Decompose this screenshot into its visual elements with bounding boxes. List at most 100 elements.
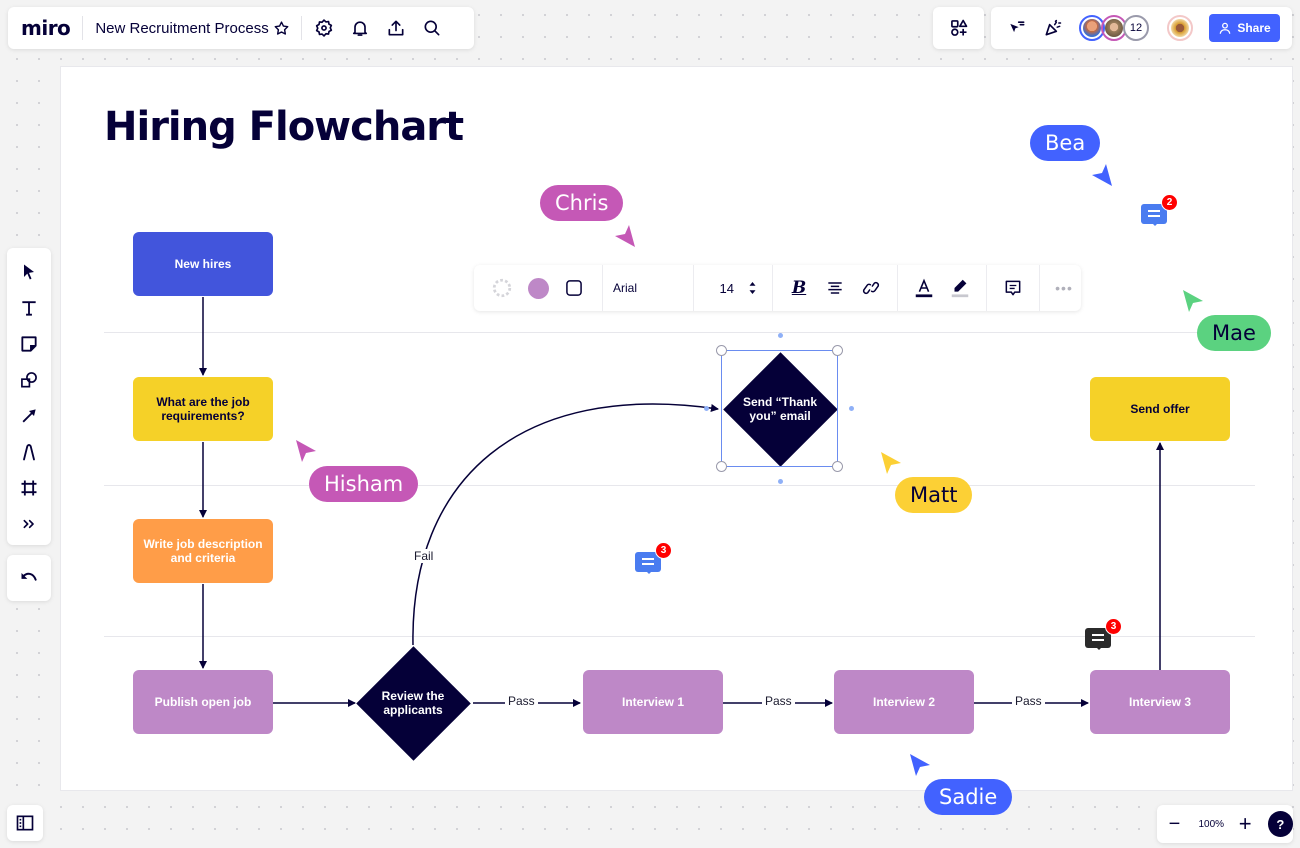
settings-icon <box>315 19 332 37</box>
swimlane-divider <box>104 636 1255 637</box>
comment-lines <box>1148 210 1160 217</box>
cursor-arrow-icon <box>296 440 316 462</box>
comment-count-badge: 3 <box>1105 618 1122 635</box>
node-new-hires[interactable]: New hires <box>133 232 273 296</box>
decision-label: Review the applicants <box>381 689 445 717</box>
star-icon <box>274 20 289 35</box>
font-size-stepper[interactable] <box>740 270 764 306</box>
fill-color-button[interactable] <box>520 270 556 306</box>
arrow-line-icon <box>22 409 36 423</box>
font-family-dropdown[interactable]: Arial <box>603 281 693 295</box>
tool-connection-line[interactable] <box>11 398 47 434</box>
cursor-filter-button[interactable] <box>999 10 1035 46</box>
align-button[interactable] <box>817 270 853 306</box>
search-icon <box>424 20 440 36</box>
side-panel-icon <box>16 815 34 831</box>
comment-thread[interactable]: 3 <box>635 542 672 576</box>
align-center-icon <box>828 282 842 294</box>
font-size-group: 14 <box>694 265 773 311</box>
comment-tail <box>1095 646 1103 650</box>
text-color-button[interactable] <box>906 270 942 306</box>
edge-label-pass[interactable]: Pass <box>1012 694 1045 708</box>
search-button[interactable] <box>414 10 450 46</box>
current-user-avatar[interactable] <box>1167 15 1193 41</box>
sidebar-toggle-button[interactable] <box>7 805 43 841</box>
color-group <box>898 265 987 311</box>
resize-handle-top-right[interactable] <box>832 345 843 356</box>
shape-type-button[interactable] <box>556 270 592 306</box>
miro-logo[interactable]: miro <box>21 16 71 40</box>
resize-handle-bottom-right[interactable] <box>832 461 843 472</box>
cursor-filter-icon <box>1010 21 1025 33</box>
apps-icon <box>950 19 967 36</box>
up-down-arrows-icon <box>749 282 755 294</box>
decision-review-applicants[interactable]: Review the applicants <box>355 645 471 761</box>
more-options-button[interactable]: ••• <box>1046 270 1082 306</box>
tool-shapes[interactable] <box>11 362 47 398</box>
tool-text[interactable] <box>11 290 47 326</box>
board-title[interactable]: New Recruitment Process <box>95 20 268 37</box>
zoom-controls: − 100% + ? <box>1157 805 1293 843</box>
node-job-requirements[interactable]: What are the job requirements? <box>133 377 273 441</box>
bold-button[interactable]: B <box>781 270 817 306</box>
party-popper-icon <box>1045 19 1062 36</box>
node-interview-3[interactable]: Interview 3 <box>1090 670 1230 734</box>
zoom-in-button[interactable]: + <box>1231 806 1260 842</box>
notifications-button[interactable] <box>342 10 378 46</box>
star-button[interactable] <box>269 10 295 46</box>
link-icon <box>862 281 880 295</box>
connection-point-left[interactable] <box>704 406 709 411</box>
text-icon <box>22 301 36 316</box>
connection-point-top[interactable] <box>778 333 783 338</box>
apps-button[interactable] <box>933 7 984 49</box>
tool-pen[interactable] <box>11 434 47 470</box>
node-interview-2[interactable]: Interview 2 <box>834 670 974 734</box>
border-style-button[interactable] <box>484 270 520 306</box>
edge-label-fail[interactable]: Fail <box>411 549 437 563</box>
comment-thread[interactable]: 3 <box>1085 618 1122 652</box>
share-button[interactable]: Share <box>1209 14 1280 42</box>
cursor-arrow-icon <box>615 225 635 247</box>
cursor-label-chris: Chris <box>540 185 624 221</box>
zoom-out-button[interactable]: − <box>1157 806 1192 842</box>
font-group: Arial <box>603 265 694 311</box>
undo-button[interactable] <box>7 555 51 601</box>
zoom-level[interactable]: 100% <box>1192 819 1231 830</box>
highlight-button[interactable] <box>942 270 978 306</box>
link-button[interactable] <box>853 270 889 306</box>
resize-handle-top-left[interactable] <box>716 345 727 356</box>
connection-point-bottom[interactable] <box>778 479 783 484</box>
highlighter-icon <box>951 279 969 298</box>
node-send-offer[interactable]: Send offer <box>1090 377 1230 441</box>
edge-label-pass[interactable]: Pass <box>762 694 795 708</box>
comment-count-badge: 3 <box>655 542 672 559</box>
help-button[interactable]: ? <box>1267 811 1293 837</box>
connection-point-right[interactable] <box>849 406 854 411</box>
tool-frame[interactable] <box>11 470 47 506</box>
ellipsis-icon: ••• <box>1055 280 1073 296</box>
comment-thread[interactable]: 2 <box>1141 194 1178 228</box>
left-toolbar <box>7 248 51 545</box>
user-icon <box>1220 22 1231 34</box>
font-size-input[interactable]: 14 <box>694 281 740 296</box>
board-heading[interactable]: Hiring Flowchart <box>104 104 464 150</box>
edge-label-pass[interactable]: Pass <box>505 694 538 708</box>
cursor-label-sadie: Sadie <box>924 779 1013 815</box>
add-comment-button[interactable] <box>995 270 1031 306</box>
text-format-group: B <box>773 265 898 311</box>
more-collaborators[interactable]: 12 <box>1123 15 1149 41</box>
export-button[interactable] <box>378 10 414 46</box>
fill-color-swatch <box>527 277 549 299</box>
bold-icon: B <box>791 278 807 298</box>
node-interview-1[interactable]: Interview 1 <box>583 670 723 734</box>
celebrate-button[interactable] <box>1035 10 1071 46</box>
resize-handle-bottom-left[interactable] <box>716 461 727 472</box>
bell-icon <box>352 21 367 36</box>
tool-more[interactable] <box>11 506 47 542</box>
tool-select[interactable] <box>11 254 47 290</box>
node-publish-open-job[interactable]: Publish open job <box>133 670 273 734</box>
text-color-icon <box>915 278 933 298</box>
settings-button[interactable] <box>306 10 342 46</box>
node-write-job-description[interactable]: Write job description and criteria <box>133 519 273 583</box>
tool-sticky-note[interactable] <box>11 326 47 362</box>
